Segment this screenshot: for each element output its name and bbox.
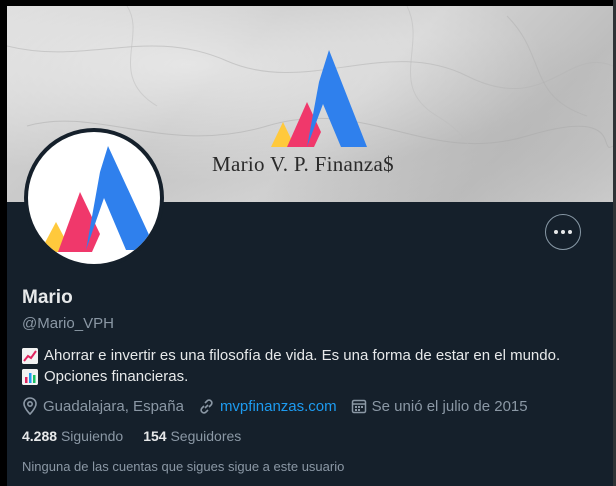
following-link[interactable]: 4.288 Siguiendo xyxy=(22,428,123,444)
avatar[interactable] xyxy=(24,128,164,268)
followers-count: 154 xyxy=(143,428,167,444)
location-pin-icon xyxy=(23,397,37,415)
joined-item: Se unió el julio de 2015 xyxy=(351,398,528,415)
bio-line-2: Opciones financieras. xyxy=(44,368,189,385)
more-options-button[interactable] xyxy=(545,214,581,250)
bio-line-1: Ahorrar e invertir es una filosofía de v… xyxy=(44,347,561,364)
followers-you-know-note: Ninguna de las cuentas que sigues sigue … xyxy=(22,459,345,474)
calendar-icon xyxy=(351,399,366,414)
following-count: 4.288 xyxy=(22,428,58,444)
location-text: Guadalajara, España xyxy=(43,397,184,415)
avatar-logo xyxy=(40,146,156,252)
link-icon xyxy=(200,398,213,414)
window-edge-left xyxy=(0,0,7,486)
profile-bio: Ahorrar e invertir es una filosofía de v… xyxy=(22,345,602,387)
chart-increasing-icon xyxy=(22,347,38,364)
followers-label: Seguidores xyxy=(170,428,242,444)
location-item: Guadalajara, España xyxy=(22,397,184,415)
followers-link[interactable]: 154 Seguidores xyxy=(143,428,241,444)
bar-chart-icon xyxy=(22,368,38,385)
more-options-icon xyxy=(554,230,572,234)
website-item[interactable]: mvpfinanzas.com xyxy=(198,398,337,415)
profile-name: Mario xyxy=(22,287,73,308)
profile-stats: 4.288 Siguiendo 154 Seguidores xyxy=(22,428,261,444)
brand-text: Mario V. P. Finanza$ xyxy=(212,152,394,176)
joined-text: Se unió el julio de 2015 xyxy=(371,397,528,415)
profile-handle: @Mario_VPH xyxy=(22,315,114,332)
following-label: Siguiendo xyxy=(60,428,124,444)
avatar-image xyxy=(28,132,160,264)
website-link[interactable]: mvpfinanzas.com xyxy=(220,398,337,415)
brand-logo xyxy=(271,50,367,147)
profile-meta: Guadalajara, España mvpfinanzas.com Se u… xyxy=(22,396,542,416)
